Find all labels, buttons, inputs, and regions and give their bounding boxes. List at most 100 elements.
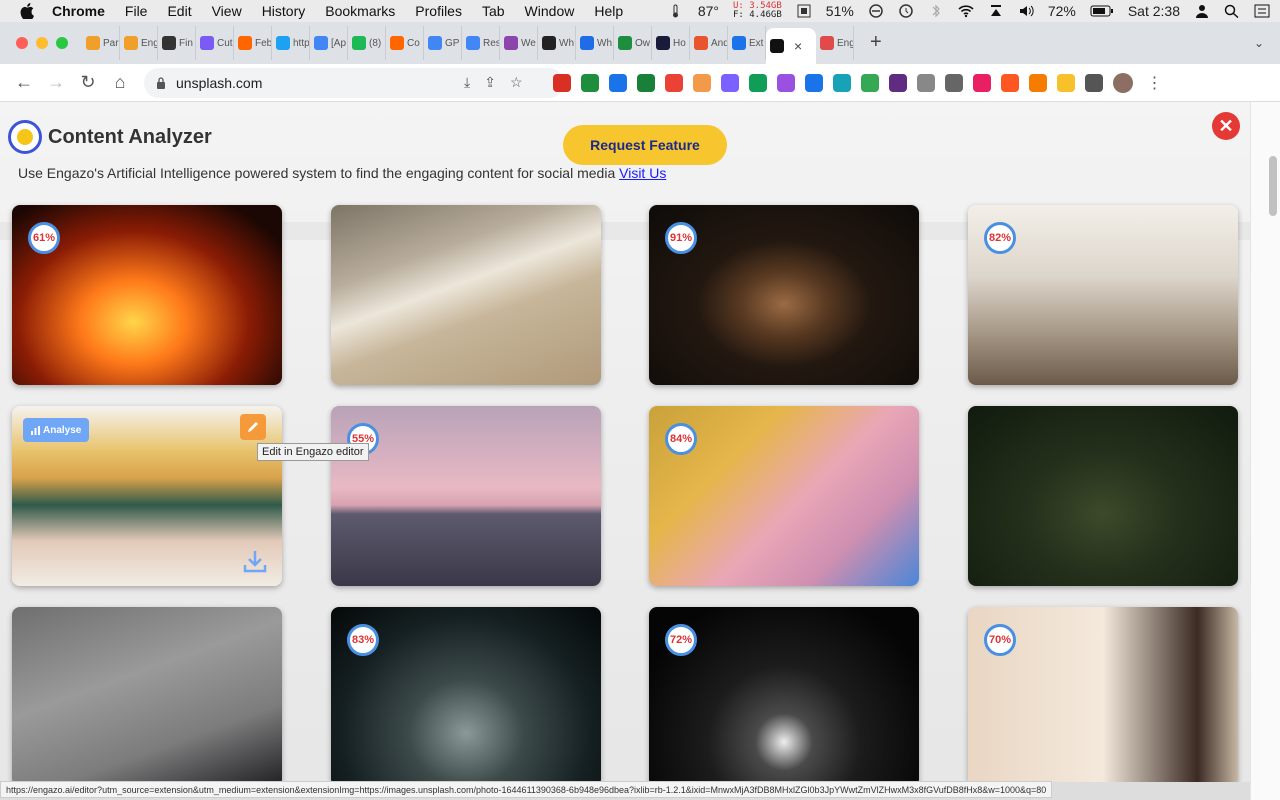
menu-edit[interactable]: Edit xyxy=(167,3,191,19)
forward-button[interactable]: → xyxy=(40,69,72,97)
tab-0[interactable]: Par xyxy=(82,26,120,60)
tab-19[interactable]: Eng xyxy=(816,26,854,60)
profile-avatar[interactable] xyxy=(1112,72,1133,93)
new-tab-button[interactable]: + xyxy=(870,31,882,54)
extension-icon[interactable] xyxy=(636,73,655,92)
extension-icon[interactable] xyxy=(1028,73,1047,92)
tab-13[interactable]: Wh xyxy=(576,26,614,60)
extension-icon[interactable] xyxy=(1000,73,1019,92)
tab-close-icon[interactable]: × xyxy=(794,38,802,54)
extension-icon[interactable] xyxy=(888,73,907,92)
analyse-button[interactable]: Analyse xyxy=(23,418,90,442)
extension-icon[interactable] xyxy=(720,73,739,92)
tab-1[interactable]: Eng xyxy=(120,26,158,60)
tab-16[interactable]: And xyxy=(690,26,728,60)
tab-12[interactable]: Wh xyxy=(538,26,576,60)
thermometer-icon[interactable] xyxy=(668,4,684,18)
reload-button[interactable]: ↻ xyxy=(72,69,104,97)
extension-icon[interactable] xyxy=(972,73,991,92)
extension-icon[interactable] xyxy=(776,73,795,92)
tab-8[interactable]: Co xyxy=(386,26,424,60)
memory-stats[interactable]: U: 3.54GB F: 4.46GB xyxy=(733,2,782,20)
image-card[interactable]: Analyse xyxy=(12,406,282,586)
tab-2[interactable]: Fin xyxy=(158,26,196,60)
extension-icon[interactable] xyxy=(580,73,599,92)
install-icon[interactable]: ⤓ xyxy=(464,74,470,91)
extension-icon[interactable] xyxy=(692,73,711,92)
extension-icon[interactable] xyxy=(608,73,627,92)
wifi-icon[interactable] xyxy=(958,4,974,18)
extension-icon[interactable] xyxy=(1056,73,1075,92)
menu-app-name[interactable]: Chrome xyxy=(52,3,105,19)
lock-icon[interactable] xyxy=(156,76,166,89)
download-button[interactable] xyxy=(242,548,268,574)
tab-18[interactable]: × xyxy=(766,28,816,64)
image-card[interactable]: 84% xyxy=(649,406,919,586)
tab-5[interactable]: http xyxy=(272,26,310,60)
extension-icon[interactable] xyxy=(860,73,879,92)
zoom-window-button[interactable] xyxy=(56,37,68,49)
menu-profiles[interactable]: Profiles xyxy=(415,3,462,19)
image-card[interactable]: 55% xyxy=(331,406,601,586)
close-analyzer-button[interactable]: ✕ xyxy=(1212,112,1240,140)
scrollbar-thumb[interactable] xyxy=(1269,156,1277,216)
image-card[interactable]: 72% xyxy=(649,607,919,782)
menu-history[interactable]: History xyxy=(262,3,306,19)
tab-6[interactable]: [Ap xyxy=(310,26,348,60)
tab-14[interactable]: Ow xyxy=(614,26,652,60)
menu-tab[interactable]: Tab xyxy=(482,3,505,19)
clock[interactable]: Sat 2:38 xyxy=(1128,3,1180,19)
back-button[interactable]: ← xyxy=(8,69,40,97)
tab-17[interactable]: Ext xyxy=(728,26,766,60)
chrome-menu-icon[interactable]: ⋮ xyxy=(1147,73,1163,93)
edit-pencil-button[interactable] xyxy=(240,414,266,440)
extension-icon[interactable] xyxy=(804,73,823,92)
tab-search-chevron-icon[interactable]: ⌄ xyxy=(1254,36,1264,50)
cpu-icon[interactable] xyxy=(796,4,812,18)
bookmark-star-icon[interactable]: ☆ xyxy=(510,74,523,91)
menu-window[interactable]: Window xyxy=(525,3,575,19)
share-icon[interactable]: ⇪ xyxy=(484,74,496,91)
volume-icon[interactable] xyxy=(1018,4,1034,18)
airplay-icon[interactable] xyxy=(988,4,1004,18)
image-card[interactable] xyxy=(12,607,282,782)
visit-us-link[interactable]: Visit Us xyxy=(619,165,666,181)
image-card[interactable] xyxy=(968,406,1238,586)
battery-icon[interactable] xyxy=(1090,4,1114,18)
request-feature-button[interactable]: Request Feature xyxy=(563,125,727,165)
control-center-icon[interactable] xyxy=(1254,4,1270,18)
tab-9[interactable]: GP xyxy=(424,26,462,60)
extension-icon[interactable] xyxy=(1084,73,1103,92)
tab-15[interactable]: Ho xyxy=(652,26,690,60)
extension-icon[interactable] xyxy=(748,73,767,92)
extension-icon[interactable] xyxy=(664,73,683,92)
image-card[interactable]: 70% xyxy=(968,607,1238,782)
image-card[interactable]: 82% xyxy=(968,205,1238,385)
tab-4[interactable]: Feb xyxy=(234,26,272,60)
close-window-button[interactable] xyxy=(16,37,28,49)
home-button[interactable]: ⌂ xyxy=(104,69,136,97)
extension-icon[interactable] xyxy=(832,73,851,92)
apple-icon[interactable] xyxy=(20,3,34,19)
menu-bookmarks[interactable]: Bookmarks xyxy=(325,3,395,19)
tab-11[interactable]: We xyxy=(500,26,538,60)
menu-file[interactable]: File xyxy=(125,3,148,19)
menu-view[interactable]: View xyxy=(212,3,242,19)
page-scrollbar[interactable] xyxy=(1250,102,1280,800)
tab-3[interactable]: Cut xyxy=(196,26,234,60)
bluetooth-icon[interactable] xyxy=(928,4,944,18)
user-icon[interactable] xyxy=(1194,4,1210,18)
tab-10[interactable]: Res xyxy=(462,26,500,60)
spotlight-search-icon[interactable] xyxy=(1224,4,1240,18)
image-card[interactable]: 83% xyxy=(331,607,601,782)
image-card[interactable]: 91% xyxy=(649,205,919,385)
url-text[interactable]: unsplash.com xyxy=(176,75,262,91)
extension-icon[interactable] xyxy=(944,73,963,92)
minimize-window-button[interactable] xyxy=(36,37,48,49)
time-machine-icon[interactable] xyxy=(898,4,914,18)
image-card[interactable] xyxy=(331,205,601,385)
menu-help[interactable]: Help xyxy=(594,3,623,19)
do-not-disturb-icon[interactable] xyxy=(868,4,884,18)
image-card[interactable]: 61% xyxy=(12,205,282,385)
extension-icon[interactable] xyxy=(552,73,571,92)
